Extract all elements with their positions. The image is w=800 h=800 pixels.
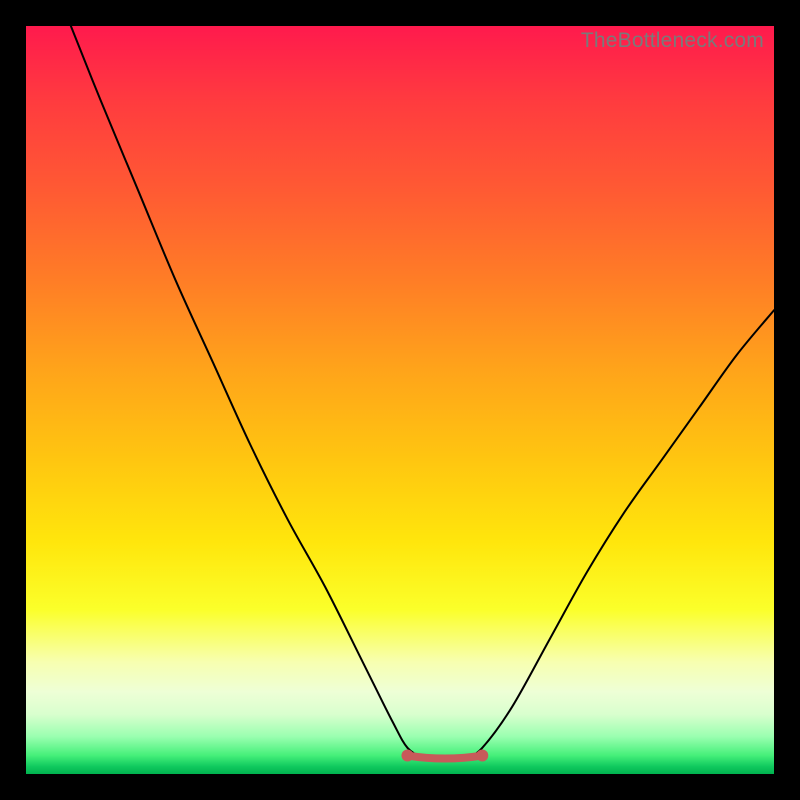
curve-layer <box>26 26 774 774</box>
valley-marker-path <box>407 756 482 759</box>
chart-frame: TheBottleneck.com <box>0 0 800 800</box>
valley-marker-end-dot <box>476 750 488 762</box>
valley-marker-start-dot <box>401 750 413 762</box>
plot-area: TheBottleneck.com <box>26 26 774 774</box>
bottleneck-curve-path <box>71 26 774 759</box>
